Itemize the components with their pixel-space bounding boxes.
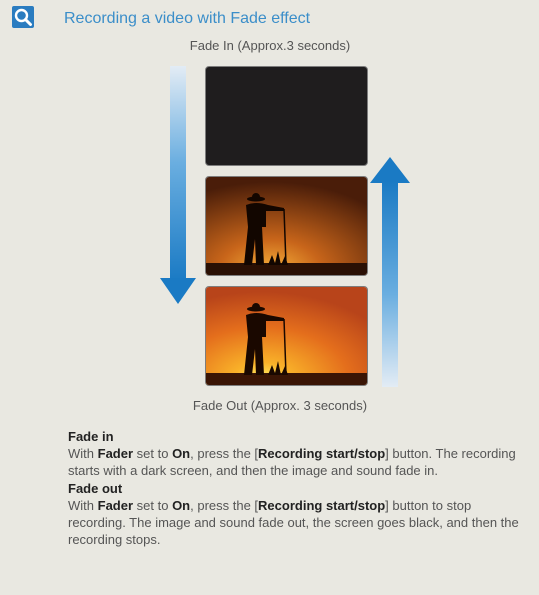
description: Fade in With Fader set to On, press the … <box>68 428 528 549</box>
fade-in-paragraph: With Fader set to On, press the [Recordi… <box>68 446 516 478</box>
content-panel: Recording a video with Fade effect Fade … <box>0 0 539 595</box>
fade-in-arrow-icon <box>160 66 196 304</box>
fade-in-caption: Fade In (Approx.3 seconds) <box>189 38 351 53</box>
fade-out-paragraph: With Fader set to On, press the [Recordi… <box>68 498 519 547</box>
fade-out-arrow-icon <box>370 157 410 387</box>
fade-out-heading: Fade out <box>68 481 123 496</box>
video-frame-full <box>205 286 368 386</box>
fade-in-heading: Fade in <box>68 429 114 444</box>
video-frame-dark <box>205 66 368 166</box>
section-title: Recording a video with Fade effect <box>64 10 311 27</box>
magnifier-icon <box>12 6 34 28</box>
fade-out-caption: Fade Out (Approx. 3 seconds) <box>192 398 368 413</box>
video-frame-fading <box>205 176 368 276</box>
